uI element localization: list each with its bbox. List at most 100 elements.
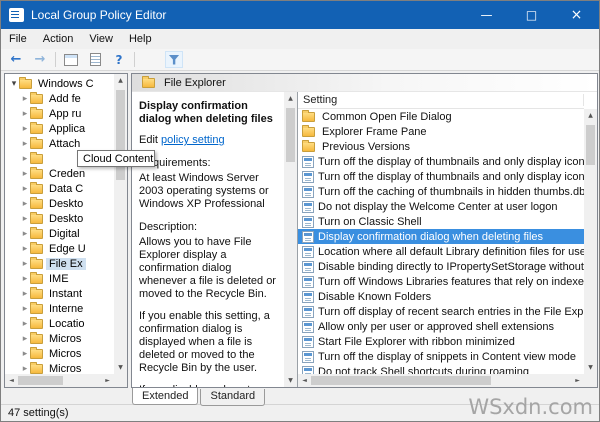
expand-icon[interactable]: ▸ xyxy=(20,364,30,374)
folder-icon xyxy=(30,229,43,239)
setting-row[interactable]: Common Open File Dialog xyxy=(298,109,584,124)
expand-icon[interactable]: ▸ xyxy=(20,244,30,254)
expand-icon[interactable]: ▸ xyxy=(20,229,30,239)
scroll-down-icon[interactable] xyxy=(284,374,297,387)
setting-row[interactable]: Explorer Frame Pane xyxy=(298,124,584,139)
scroll-right-icon[interactable] xyxy=(101,374,114,387)
setting-row[interactable]: Do not track Shell shortcuts during roam… xyxy=(298,364,584,374)
tree-item[interactable]: ▸Digital xyxy=(6,226,114,241)
export-list-icon[interactable] xyxy=(86,51,104,68)
tree-item[interactable]: ▸Attach xyxy=(6,136,114,151)
tree-item[interactable]: ▸Creden xyxy=(6,166,114,181)
tree-item-label: Add fe xyxy=(46,93,84,105)
tree-item-tooltip: Cloud Content xyxy=(77,150,155,167)
tree-item[interactable]: ▸Edge U xyxy=(6,241,114,256)
expand-icon[interactable]: ▸ xyxy=(20,199,30,209)
setting-row[interactable]: Turn off Windows Libraries features that… xyxy=(298,274,584,289)
setting-row[interactable]: Disable binding directly to IPropertySet… xyxy=(298,259,584,274)
tree-item[interactable]: ▸ Add fe xyxy=(6,91,114,106)
list-vscroll-thumb[interactable] xyxy=(586,125,595,165)
console-tree-icon[interactable] xyxy=(62,51,80,68)
setting-row[interactable]: Turn off display of recent search entrie… xyxy=(298,304,584,319)
expand-icon[interactable]: ▸ xyxy=(20,139,30,149)
expand-icon[interactable]: ▸ xyxy=(20,319,30,329)
menu-help[interactable]: Help xyxy=(121,31,160,47)
tree-item[interactable]: ▾Windows C xyxy=(6,76,114,91)
scroll-down-icon[interactable] xyxy=(584,361,597,374)
expand-icon[interactable]: ▸ xyxy=(20,349,30,359)
tab-standard[interactable]: Standard xyxy=(200,389,265,406)
menu-file[interactable]: File xyxy=(1,31,35,47)
tree-item[interactable]: ▸Micros xyxy=(6,346,114,361)
setting-row[interactable]: Allow only per user or approved shell ex… xyxy=(298,319,584,334)
tree-item[interactable]: ▸Micros xyxy=(6,331,114,346)
setting-row[interactable]: Turn on Classic Shell xyxy=(298,214,584,229)
edit-policy-setting-link[interactable]: policy setting xyxy=(161,134,225,146)
menu-action[interactable]: Action xyxy=(35,31,82,47)
setting-label: Turn off the display of thumbnails and o… xyxy=(318,156,584,168)
scroll-left-icon[interactable] xyxy=(5,374,18,387)
expand-icon[interactable]: ▸ xyxy=(20,274,30,284)
tree-item[interactable]: ▸File Ex xyxy=(6,256,114,271)
expand-icon[interactable]: ▸ xyxy=(20,334,30,344)
tree-item[interactable]: ▸App ru xyxy=(6,106,114,121)
expand-icon[interactable]: ▸ xyxy=(20,259,30,269)
expand-icon[interactable]: ▸ xyxy=(20,289,30,299)
tree-item[interactable]: ▸Data C xyxy=(6,181,114,196)
setting-row[interactable]: Do not display the Welcome Center at use… xyxy=(298,199,584,214)
scroll-up-icon[interactable] xyxy=(284,92,297,105)
view-tabs: ExtendedStandard xyxy=(132,389,267,406)
setting-row[interactable]: Turn off the display of thumbnails and o… xyxy=(298,154,584,169)
tree-item[interactable]: ▸Micros xyxy=(6,361,114,374)
expand-icon[interactable]: ▸ xyxy=(20,169,30,179)
setting-row[interactable]: Disable Known Folders xyxy=(298,289,584,304)
expand-icon[interactable]: ▸ xyxy=(20,184,30,194)
maximize-button[interactable]: □ xyxy=(509,1,554,29)
scroll-left-icon[interactable] xyxy=(298,374,311,387)
expand-icon[interactable]: ▸ xyxy=(20,214,30,224)
tree-item[interactable]: ▸Deskto xyxy=(6,196,114,211)
tree-hscroll-thumb[interactable] xyxy=(18,376,63,385)
menu-view[interactable]: View xyxy=(81,31,121,47)
setting-column-header[interactable]: Setting xyxy=(298,92,584,109)
tree-item[interactable]: ▸Applica xyxy=(6,121,114,136)
help-icon[interactable] xyxy=(110,51,128,68)
expand-icon[interactable]: ▸ xyxy=(20,109,30,119)
tree-item[interactable]: ▸Instant xyxy=(6,286,114,301)
tree-item[interactable]: ▸IME xyxy=(6,271,114,286)
setting-row[interactable]: Turn off the caching of thumbnails in hi… xyxy=(298,184,584,199)
expand-icon[interactable]: ▸ xyxy=(20,304,30,314)
setting-row[interactable]: Display confirmation dialog when deletin… xyxy=(298,229,584,244)
tree-horizontal-scrollbar[interactable] xyxy=(5,374,114,387)
expand-icon[interactable]: ▸ xyxy=(20,154,30,164)
tree-item[interactable]: ▸Locatio xyxy=(6,316,114,331)
description-vscroll-thumb[interactable] xyxy=(286,108,295,162)
minimize-button[interactable]: — xyxy=(464,1,509,29)
setting-row[interactable]: Location where all default Library defin… xyxy=(298,244,584,259)
setting-row[interactable]: Turn off the display of thumbnails and o… xyxy=(298,169,584,184)
titlebar[interactable]: Local Group Policy Editor —□× xyxy=(1,1,599,29)
scroll-down-icon[interactable] xyxy=(114,361,127,374)
tree-item[interactable]: ▸Deskto xyxy=(6,211,114,226)
expand-icon[interactable]: ▸ xyxy=(20,124,30,134)
scroll-up-icon[interactable] xyxy=(114,74,127,87)
close-button[interactable]: × xyxy=(554,1,599,29)
scroll-up-icon[interactable] xyxy=(584,109,597,122)
setting-row[interactable]: Start File Explorer with ribbon minimize… xyxy=(298,334,584,349)
tree-vertical-scrollbar[interactable] xyxy=(114,74,127,374)
forward-icon[interactable] xyxy=(31,51,49,68)
list-vertical-scrollbar[interactable] xyxy=(584,109,597,374)
folder-icon xyxy=(30,289,43,299)
expand-icon[interactable]: ▸ xyxy=(20,94,30,104)
setting-row[interactable]: Turn off the display of snippets in Cont… xyxy=(298,349,584,364)
list-hscroll-thumb[interactable] xyxy=(311,376,491,385)
list-horizontal-scrollbar[interactable] xyxy=(298,374,584,387)
filter-icon[interactable] xyxy=(165,51,183,68)
description-vertical-scrollbar[interactable] xyxy=(284,92,297,387)
tab-extended[interactable]: Extended xyxy=(132,388,198,405)
scroll-right-icon[interactable] xyxy=(571,374,584,387)
tree-item[interactable]: ▸Interne xyxy=(6,301,114,316)
setting-row[interactable]: Previous Versions xyxy=(298,139,584,154)
collapse-icon[interactable]: ▾ xyxy=(9,79,19,89)
back-icon[interactable] xyxy=(7,51,25,68)
